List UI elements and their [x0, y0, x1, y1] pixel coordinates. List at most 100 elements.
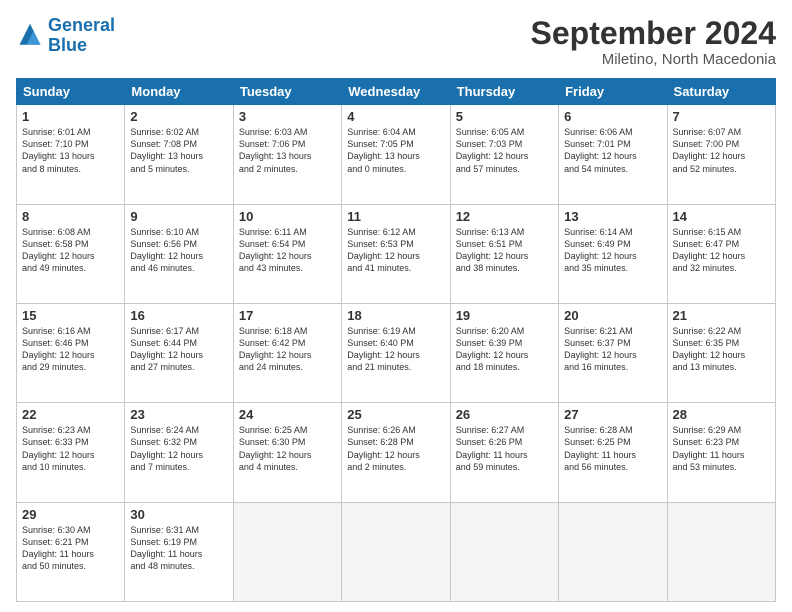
week-row-4: 22 Sunrise: 6:23 AM Sunset: 6:33 PM Dayli…: [17, 403, 776, 502]
day-detail: Sunrise: 6:01 AM Sunset: 7:10 PM Dayligh…: [22, 126, 119, 175]
day-detail: Sunrise: 6:28 AM Sunset: 6:25 PM Dayligh…: [564, 424, 661, 473]
day-detail: Sunrise: 6:05 AM Sunset: 7:03 PM Dayligh…: [456, 126, 553, 175]
day-number: 27: [564, 407, 661, 422]
calendar-cell: 6 Sunrise: 6:06 AM Sunset: 7:01 PM Daylig…: [559, 105, 667, 204]
calendar-cell: 20 Sunrise: 6:21 AM Sunset: 6:37 PM Dayli…: [559, 303, 667, 402]
calendar-cell: 30 Sunrise: 6:31 AM Sunset: 6:19 PM Dayli…: [125, 502, 233, 601]
day-detail: Sunrise: 6:16 AM Sunset: 6:46 PM Dayligh…: [22, 325, 119, 374]
col-header-tuesday: Tuesday: [233, 79, 341, 105]
day-number: 2: [130, 109, 227, 124]
title-block: September 2024 Miletino, North Macedonia: [531, 16, 776, 68]
day-detail: Sunrise: 6:03 AM Sunset: 7:06 PM Dayligh…: [239, 126, 336, 175]
calendar-cell: 16Sunrise: 6:17 AM Sunset: 6:44 PM Dayli…: [125, 303, 233, 402]
calendar-cell: 7 Sunrise: 6:07 AM Sunset: 7:00 PM Daylig…: [667, 105, 775, 204]
day-detail: Sunrise: 6:29 AM Sunset: 6:23 PM Dayligh…: [673, 424, 770, 473]
day-number: 8: [22, 209, 119, 224]
day-detail: Sunrise: 6:14 AM Sunset: 6:49 PM Dayligh…: [564, 226, 661, 275]
day-number: 19: [456, 308, 553, 323]
day-number: 24: [239, 407, 336, 422]
calendar-cell: 1 Sunrise: 6:01 AM Sunset: 7:10 PM Daylig…: [17, 105, 125, 204]
day-number: 11: [347, 209, 444, 224]
day-detail: Sunrise: 6:13 AM Sunset: 6:51 PM Dayligh…: [456, 226, 553, 275]
week-row-3: 15 Sunrise: 6:16 AM Sunset: 6:46 PM Dayli…: [17, 303, 776, 402]
day-detail: Sunrise: 6:08 AM Sunset: 6:58 PM Dayligh…: [22, 226, 119, 275]
day-detail: Sunrise: 6:07 AM Sunset: 7:00 PM Dayligh…: [673, 126, 770, 175]
day-number: 29: [22, 507, 119, 522]
calendar-cell: 17 Sunrise: 6:18 AM Sunset: 6:42 PM Dayli…: [233, 303, 341, 402]
day-number: 6: [564, 109, 661, 124]
calendar-cell: 5 Sunrise: 6:05 AM Sunset: 7:03 PM Daylig…: [450, 105, 558, 204]
calendar-header-row: SundayMondayTuesdayWednesdayThursdayFrid…: [17, 79, 776, 105]
day-number: 1: [22, 109, 119, 124]
day-detail: Sunrise: 6:17 AM Sunset: 6:44 PM Dayligh…: [130, 325, 227, 374]
day-number: 9: [130, 209, 227, 224]
calendar-cell: 23 Sunrise: 6:24 AM Sunset: 6:32 PM Dayli…: [125, 403, 233, 502]
day-detail: Sunrise: 6:30 AM Sunset: 6:21 PM Dayligh…: [22, 524, 119, 573]
calendar-cell: 15 Sunrise: 6:16 AM Sunset: 6:46 PM Dayli…: [17, 303, 125, 402]
calendar-cell: 25 Sunrise: 6:26 AM Sunset: 6:28 PM Dayli…: [342, 403, 450, 502]
day-detail: Sunrise: 6:21 AM Sunset: 6:37 PM Dayligh…: [564, 325, 661, 374]
calendar-cell: 14Sunrise: 6:15 AM Sunset: 6:47 PM Dayli…: [667, 204, 775, 303]
day-detail: Sunrise: 6:31 AM Sunset: 6:19 PM Dayligh…: [130, 524, 227, 573]
day-detail: Sunrise: 6:19 AM Sunset: 6:40 PM Dayligh…: [347, 325, 444, 374]
day-number: 25: [347, 407, 444, 422]
day-detail: Sunrise: 6:15 AM Sunset: 6:47 PM Dayligh…: [673, 226, 770, 275]
calendar-cell: 13Sunrise: 6:14 AM Sunset: 6:49 PM Dayli…: [559, 204, 667, 303]
day-number: 21: [673, 308, 770, 323]
day-number: 23: [130, 407, 227, 422]
day-number: 15: [22, 308, 119, 323]
calendar-cell: [342, 502, 450, 601]
week-row-5: 29 Sunrise: 6:30 AM Sunset: 6:21 PM Dayli…: [17, 502, 776, 601]
col-header-thursday: Thursday: [450, 79, 558, 105]
col-header-monday: Monday: [125, 79, 233, 105]
day-detail: Sunrise: 6:22 AM Sunset: 6:35 PM Dayligh…: [673, 325, 770, 374]
day-number: 7: [673, 109, 770, 124]
calendar-cell: 29 Sunrise: 6:30 AM Sunset: 6:21 PM Dayli…: [17, 502, 125, 601]
day-detail: Sunrise: 6:25 AM Sunset: 6:30 PM Dayligh…: [239, 424, 336, 473]
calendar-cell: 10Sunrise: 6:11 AM Sunset: 6:54 PM Dayli…: [233, 204, 341, 303]
calendar-cell: 28 Sunrise: 6:29 AM Sunset: 6:23 PM Dayli…: [667, 403, 775, 502]
calendar-cell: 4 Sunrise: 6:04 AM Sunset: 7:05 PM Daylig…: [342, 105, 450, 204]
calendar-cell: [667, 502, 775, 601]
col-header-sunday: Sunday: [17, 79, 125, 105]
logo: General Blue: [16, 16, 115, 56]
calendar-cell: 9Sunrise: 6:10 AM Sunset: 6:56 PM Daylig…: [125, 204, 233, 303]
calendar-cell: 18 Sunrise: 6:19 AM Sunset: 6:40 PM Dayli…: [342, 303, 450, 402]
col-header-wednesday: Wednesday: [342, 79, 450, 105]
calendar-cell: 12Sunrise: 6:13 AM Sunset: 6:51 PM Dayli…: [450, 204, 558, 303]
calendar-cell: 8 Sunrise: 6:08 AM Sunset: 6:58 PM Daylig…: [17, 204, 125, 303]
calendar-cell: 21 Sunrise: 6:22 AM Sunset: 6:35 PM Dayli…: [667, 303, 775, 402]
day-detail: Sunrise: 6:26 AM Sunset: 6:28 PM Dayligh…: [347, 424, 444, 473]
week-row-1: 1 Sunrise: 6:01 AM Sunset: 7:10 PM Daylig…: [17, 105, 776, 204]
day-number: 17: [239, 308, 336, 323]
day-detail: Sunrise: 6:04 AM Sunset: 7:05 PM Dayligh…: [347, 126, 444, 175]
day-detail: Sunrise: 6:20 AM Sunset: 6:39 PM Dayligh…: [456, 325, 553, 374]
day-detail: Sunrise: 6:27 AM Sunset: 6:26 PM Dayligh…: [456, 424, 553, 473]
calendar-cell: 24 Sunrise: 6:25 AM Sunset: 6:30 PM Dayli…: [233, 403, 341, 502]
day-detail: Sunrise: 6:11 AM Sunset: 6:54 PM Dayligh…: [239, 226, 336, 275]
day-number: 20: [564, 308, 661, 323]
day-number: 4: [347, 109, 444, 124]
col-header-saturday: Saturday: [667, 79, 775, 105]
header: General Blue September 2024 Miletino, No…: [16, 16, 776, 68]
day-number: 18: [347, 308, 444, 323]
day-number: 22: [22, 407, 119, 422]
day-number: 5: [456, 109, 553, 124]
calendar-cell: 26 Sunrise: 6:27 AM Sunset: 6:26 PM Dayli…: [450, 403, 558, 502]
logo-icon: [16, 22, 44, 50]
page: General Blue September 2024 Miletino, No…: [0, 0, 792, 612]
day-detail: Sunrise: 6:23 AM Sunset: 6:33 PM Dayligh…: [22, 424, 119, 473]
calendar-cell: 11Sunrise: 6:12 AM Sunset: 6:53 PM Dayli…: [342, 204, 450, 303]
day-detail: Sunrise: 6:02 AM Sunset: 7:08 PM Dayligh…: [130, 126, 227, 175]
day-number: 28: [673, 407, 770, 422]
day-detail: Sunrise: 6:24 AM Sunset: 6:32 PM Dayligh…: [130, 424, 227, 473]
day-detail: Sunrise: 6:18 AM Sunset: 6:42 PM Dayligh…: [239, 325, 336, 374]
calendar-cell: [233, 502, 341, 601]
day-number: 26: [456, 407, 553, 422]
logo-blue: Blue: [48, 35, 87, 55]
calendar-cell: [450, 502, 558, 601]
day-number: 30: [130, 507, 227, 522]
location: Miletino, North Macedonia: [531, 51, 776, 68]
logo-text: General Blue: [48, 16, 115, 56]
day-detail: Sunrise: 6:06 AM Sunset: 7:01 PM Dayligh…: [564, 126, 661, 175]
